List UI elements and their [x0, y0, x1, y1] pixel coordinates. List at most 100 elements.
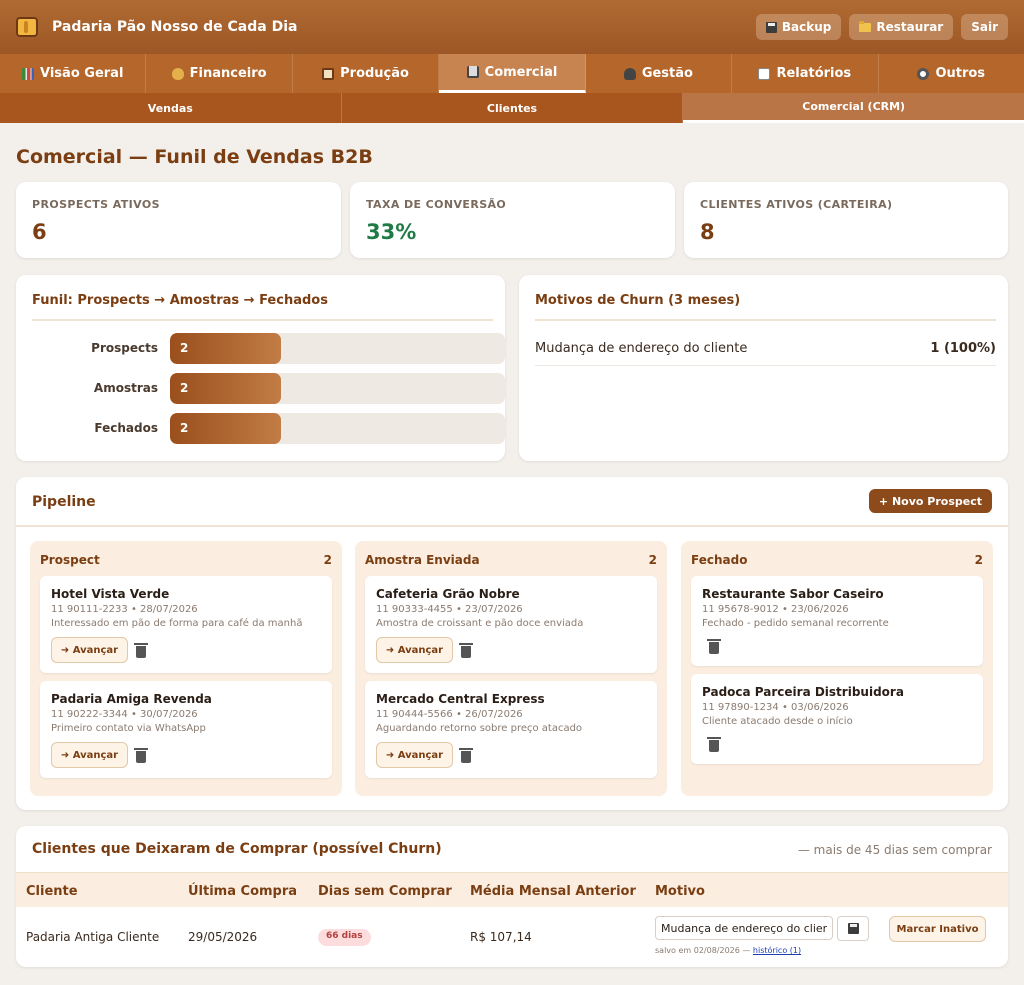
- trash-icon[interactable]: [707, 639, 721, 654]
- trash-icon[interactable]: [707, 737, 721, 752]
- kpi-card-active-clients: CLIENTES ATIVOS (CARTEIRA) 8: [684, 182, 1008, 258]
- restore-button[interactable]: Restaurar: [849, 14, 954, 40]
- tab-financeiro[interactable]: Financeiro: [146, 54, 293, 93]
- churn-reason-label: Mudança de endereço do cliente: [535, 341, 748, 356]
- tab-label: Produção: [340, 66, 409, 81]
- tab-label: Visão Geral: [40, 66, 124, 81]
- deal-card[interactable]: Restaurante Sabor Caseiro 11 95678-9012 …: [691, 576, 983, 666]
- churn-table-title: Clientes que Deixaram de Comprar (possív…: [32, 841, 442, 857]
- page-title: Comercial — Funil de Vendas B2B: [16, 146, 373, 168]
- main-tabs: Visão Geral Financeiro Produção Comercia…: [0, 54, 1024, 93]
- tab-label: Gestão: [641, 66, 693, 81]
- column-title: Prospect: [40, 553, 100, 567]
- column-title: Amostra Enviada: [365, 553, 480, 567]
- deal-note: Primeiro contato via WhatsApp: [51, 723, 206, 734]
- deal-note: Amostra de croissant e pão doce enviada: [376, 618, 584, 629]
- floppy-disk-icon: [765, 21, 777, 33]
- header-actions: Backup Restaurar Sair: [755, 14, 1008, 40]
- chart-icon: [22, 67, 35, 80]
- subtab-comercial-crm[interactable]: Comercial (CRM): [683, 93, 1024, 123]
- churn-table-card: Clientes que Deixaram de Comprar (possív…: [16, 826, 1008, 967]
- tab-label: Financeiro: [189, 66, 267, 81]
- kpi-card-conversion: TAXA DE CONVERSÃO 33%: [350, 182, 675, 258]
- tab-gestao[interactable]: Gestão: [586, 54, 733, 93]
- funnel-bar: 2: [170, 333, 281, 364]
- column-count: 2: [974, 553, 983, 567]
- advance-button[interactable]: ➜ Avançar: [51, 637, 128, 663]
- deal-card[interactable]: Hotel Vista Verde 11 90111-2233 • 28/07/…: [40, 576, 332, 673]
- advance-button[interactable]: ➜ Avançar: [376, 742, 453, 768]
- days-badge: 66 dias: [318, 929, 371, 946]
- cart-icon: [466, 66, 479, 78]
- churn-reasons-card: Motivos de Churn (3 meses) Mudança de en…: [519, 275, 1008, 461]
- pipeline-column-amostra: Amostra Enviada 2 Cafeteria Grão Nobre 1…: [355, 541, 667, 796]
- sub-tabs: Vendas Clientes Comercial (CRM): [0, 93, 1024, 123]
- pipeline-card: Pipeline + Novo Prospect Prospect 2 Hote…: [16, 477, 1008, 810]
- restore-button-label: Restaurar: [876, 20, 944, 34]
- deal-name: Cafeteria Grão Nobre: [376, 587, 520, 601]
- deal-name: Restaurante Sabor Caseiro: [702, 587, 884, 601]
- funnel-row-prospects: Prospects 2: [32, 333, 505, 364]
- tab-label: Outros: [935, 66, 986, 81]
- backup-button-label: Backup: [781, 20, 832, 34]
- trash-icon[interactable]: [134, 643, 148, 658]
- bread-logo-icon: [16, 17, 38, 37]
- churn-reason-row: Mudança de endereço do cliente 1 (100%): [535, 341, 996, 366]
- logout-button[interactable]: Sair: [961, 14, 1008, 40]
- deal-note: Interessado em pão de forma para café da…: [51, 618, 303, 629]
- cell-client: Padaria Antiga Cliente: [26, 930, 160, 944]
- churn-table-subtitle: — mais de 45 dias sem comprar: [797, 843, 992, 857]
- deal-note: Aguardando retorno sobre preço atacado: [376, 723, 583, 734]
- reason-input[interactable]: [655, 916, 833, 940]
- backup-button[interactable]: Backup: [755, 14, 842, 40]
- deal-card[interactable]: Padoca Parceira Distribuidora 11 97890-1…: [691, 674, 983, 764]
- deal-card[interactable]: Mercado Central Express 11 90444-5566 • …: [365, 681, 657, 778]
- tab-label: Comercial: [484, 64, 558, 80]
- mark-inactive-button[interactable]: Marcar Inativo: [889, 916, 986, 942]
- column-header: Cliente: [26, 884, 78, 899]
- tab-relatorios[interactable]: Relatórios: [732, 54, 879, 93]
- column-header: Média Mensal Anterior: [470, 884, 636, 899]
- kpi-label: TAXA DE CONVERSÃO: [366, 198, 507, 211]
- save-reason-button[interactable]: [837, 916, 869, 941]
- funnel-stage-label: Amostras: [93, 381, 158, 395]
- kpi-value: 8: [700, 220, 715, 244]
- column-count: 2: [648, 553, 657, 567]
- deal-meta: 11 95678-9012 • 23/06/2026: [702, 604, 849, 615]
- pipeline-column-fechado: Fechado 2 Restaurante Sabor Caseiro 11 9…: [681, 541, 993, 796]
- deal-card[interactable]: Cafeteria Grão Nobre 11 90333-4455 • 23/…: [365, 576, 657, 673]
- report-icon: [758, 67, 771, 80]
- folder-icon: [859, 20, 872, 32]
- kpi-value: 33%: [366, 220, 417, 244]
- saved-note: salvo em 02/08/2026 — histórico (1): [655, 946, 801, 955]
- funnel-track: 2: [170, 413, 505, 444]
- trash-icon[interactable]: [134, 748, 148, 763]
- tab-visao-geral[interactable]: Visão Geral: [0, 54, 147, 93]
- trash-icon[interactable]: [459, 643, 473, 658]
- deal-note: Fechado - pedido semanal recorrente: [702, 618, 889, 629]
- deal-meta: 11 90333-4455 • 23/07/2026: [376, 604, 523, 615]
- funnel-bar: 2: [170, 373, 281, 404]
- tab-comercial[interactable]: Comercial: [439, 54, 586, 93]
- new-prospect-button[interactable]: + Novo Prospect: [868, 489, 992, 513]
- pipeline-header: Pipeline + Novo Prospect: [16, 477, 1008, 527]
- column-header: Dias sem Comprar: [318, 884, 452, 899]
- app-header: Padaria Pão Nosso de Cada Dia Backup Res…: [0, 0, 1024, 54]
- advance-button[interactable]: ➜ Avançar: [51, 742, 128, 768]
- subtab-clientes[interactable]: Clientes: [342, 93, 684, 123]
- history-link[interactable]: histórico (1): [753, 946, 801, 955]
- deal-name: Mercado Central Express: [376, 692, 545, 706]
- deal-card[interactable]: Padaria Amiga Revenda 11 90222-3344 • 30…: [40, 681, 332, 778]
- subtab-vendas[interactable]: Vendas: [0, 93, 342, 123]
- deal-meta: 11 90444-5566 • 26/07/2026: [376, 709, 523, 720]
- column-header: Motivo: [655, 884, 705, 899]
- tab-outros[interactable]: Outros: [879, 54, 1024, 93]
- gear-icon: [917, 67, 930, 80]
- funnel-row-amostras: Amostras 2: [32, 373, 505, 404]
- deal-meta: 11 90111-2233 • 28/07/2026: [51, 604, 198, 615]
- trash-icon[interactable]: [459, 748, 473, 763]
- advance-button[interactable]: ➜ Avançar: [376, 637, 453, 663]
- cell-last-purchase: 29/05/2026: [188, 930, 258, 944]
- deal-note: Cliente atacado desde o início: [702, 716, 853, 727]
- tab-producao[interactable]: Produção: [293, 54, 440, 93]
